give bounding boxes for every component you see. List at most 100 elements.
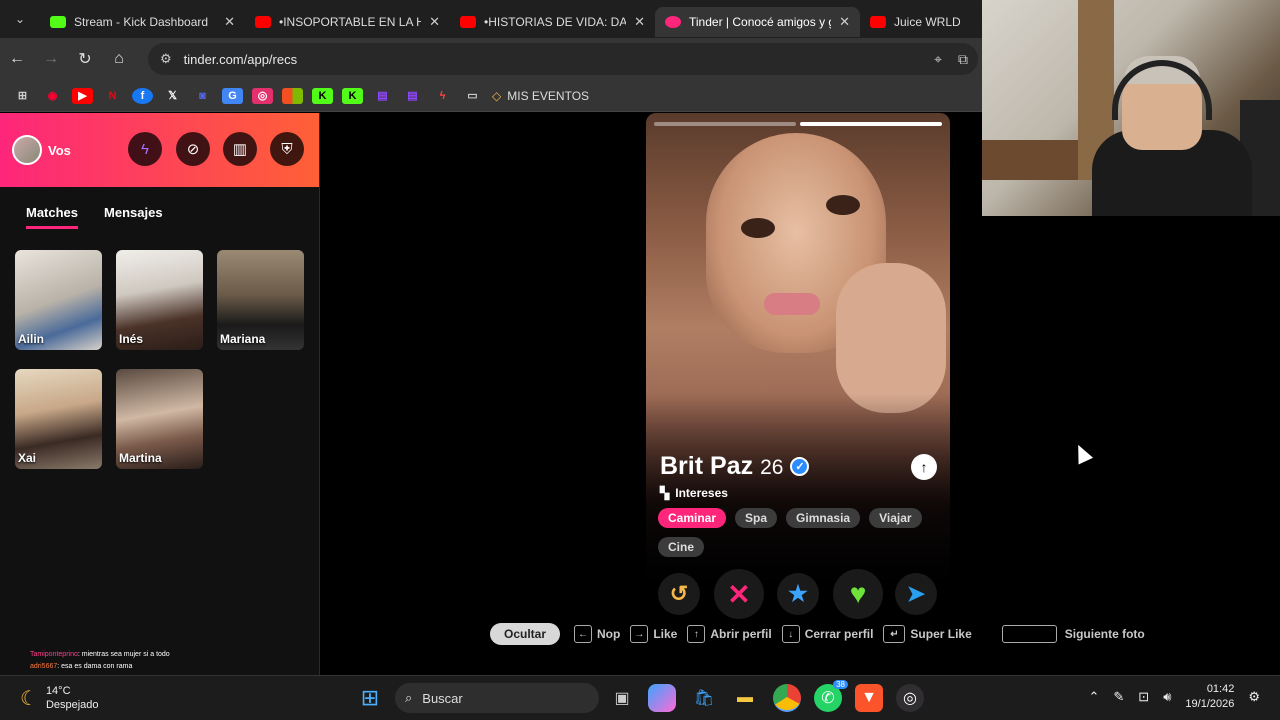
tab-youtube-juice-wrld[interactable]: Juice WRLD - Too [860, 7, 970, 37]
bookmark-microsoft-icon[interactable] [282, 87, 303, 104]
hide-shortcuts-button[interactable]: Ocultar [490, 623, 561, 645]
search-icon: ⌕ [405, 690, 413, 705]
bookmark-kick-icon[interactable]: K [312, 87, 333, 104]
obs-icon[interactable]: ◎ [896, 684, 924, 712]
stream-chat-overlay: Tamiponteprino: mientras sea mujer si a … [30, 649, 170, 673]
install-app-icon[interactable]: ⧉ [958, 51, 968, 68]
profile-card[interactable]: Brit Paz 26 ✓ ↑ ▚ Intereses Caminar Spa … [646, 113, 950, 593]
tab-kick-dashboard[interactable]: Stream - Kick Dashboard ✕ [40, 7, 245, 37]
bookmark-netflix-icon[interactable]: N [102, 88, 123, 104]
tab-youtube-historias[interactable]: •HISTORIAS DE VIDA: DANIE ✕ [450, 7, 655, 37]
interest-chip: Viajar [869, 508, 922, 528]
sidebar-header: Vos ϟ ⊘ ▥ ⛨ [0, 113, 319, 187]
site-settings-icon[interactable]: ⚙ [160, 51, 172, 67]
rewind-button[interactable]: ↺ [658, 573, 700, 615]
task-view-icon[interactable]: ▣ [608, 684, 636, 712]
system-tray: ⌃ ✎ ⊡ 🔊︎ 01:42 19/1/2026 ⚙ [1088, 682, 1260, 712]
pen-tablet-icon[interactable]: ✎ [1113, 689, 1124, 705]
bookmark-youtube-music-icon[interactable]: ◉ [42, 88, 63, 104]
interest-chip: Cine [658, 537, 705, 557]
match-card[interactable]: Martina [116, 369, 203, 469]
forward-icon[interactable]: → [34, 50, 68, 68]
address-bar[interactable]: ⚙ tinder.com/app/recs ⌖ ⧉ [148, 43, 978, 75]
store-icon[interactable]: 🛍 [690, 684, 718, 712]
date: 19/1/2026 [1185, 698, 1235, 710]
taskbar-search[interactable]: ⌕ Buscar [395, 683, 599, 713]
photo-progress-segment[interactable] [800, 122, 942, 126]
bookmark-x-icon[interactable]: 𝕏 [162, 88, 183, 104]
bookmark-youtube-icon[interactable]: ▶ [72, 87, 93, 104]
bookmark-translate-icon[interactable]: G [222, 87, 243, 104]
windows-start-icon[interactable]: ⊞ [356, 684, 384, 712]
bookmark-twitch-icon[interactable]: ▤ [402, 88, 423, 104]
reload-icon[interactable]: ↻ [68, 49, 102, 69]
photo-detail [741, 218, 775, 238]
home-icon[interactable]: ⌂ [102, 50, 136, 68]
close-tab-icon[interactable]: ✕ [429, 14, 440, 30]
close-tab-icon[interactable]: ✕ [634, 14, 645, 30]
tab-messages[interactable]: Mensajes [104, 205, 163, 229]
apps-grid-icon[interactable]: ⊞ [12, 88, 33, 104]
close-tab-icon[interactable]: ✕ [224, 14, 235, 30]
avatar[interactable] [12, 135, 42, 165]
match-card[interactable]: Xai [15, 369, 102, 469]
bookmark-discord-icon[interactable]: ◙ [192, 88, 213, 104]
temperature: 14°C [45, 685, 71, 697]
bookmark-twitch-icon[interactable]: ▤ [372, 88, 393, 104]
chrome-icon[interactable] [773, 684, 801, 712]
hint-label: Abrir perfil [710, 627, 772, 641]
match-card[interactable]: Inés [116, 250, 203, 350]
profile-label[interactable]: Vos [48, 143, 71, 158]
profile-age: 26 [760, 456, 784, 479]
file-explorer-icon[interactable]: ▬ [731, 684, 759, 712]
back-icon[interactable]: ← [0, 50, 34, 68]
bookmark-folder-icon[interactable]: ▭ [462, 88, 483, 104]
weather-widget[interactable]: ☾ 14°C Despejado [20, 684, 99, 712]
interests-title: Intereses [675, 486, 728, 500]
tab-title: Tinder | Conocé amigos y g [689, 15, 832, 29]
desk [982, 140, 1082, 180]
bookmark-facebook-icon[interactable]: f [132, 87, 153, 104]
tab-youtube-insoportable[interactable]: •INSOPORTABLE EN LA HEL ✕ [245, 7, 450, 37]
settings-gear-icon[interactable]: ⚙ [1248, 689, 1260, 705]
webcam-overlay [982, 0, 1280, 216]
hint-nope: ← Nop [574, 625, 620, 643]
bookmark-mis-eventos[interactable]: ◇ MIS EVENTOS [492, 89, 589, 103]
copilot-icon[interactable] [648, 684, 676, 712]
volume-icon[interactable]: 🔊︎ [1163, 689, 1171, 705]
network-icon[interactable]: ⊡ [1138, 689, 1149, 705]
tab-matches[interactable]: Matches [26, 205, 79, 229]
explore-compass-icon[interactable]: ⊘ [176, 132, 210, 166]
tab-title: •HISTORIAS DE VIDA: DANIE [484, 15, 627, 29]
tab-search-chevron-icon[interactable]: ⌄ [0, 0, 40, 38]
bookmark-lightning-icon[interactable]: ϟ [432, 88, 453, 104]
match-name: Ailin [18, 332, 44, 346]
chevron-up-icon[interactable]: ⌃ [1088, 689, 1099, 705]
match-name: Xai [18, 451, 37, 465]
match-card[interactable]: Ailin [15, 250, 102, 350]
clock[interactable]: 01:42 19/1/2026 [1185, 682, 1234, 712]
boost-send-button[interactable]: ➤ [895, 573, 937, 615]
whatsapp-icon[interactable]: ✆ 38 [814, 680, 848, 712]
chat-text: : esa es dama con rama [57, 663, 133, 670]
match-card[interactable]: Mariana [217, 250, 304, 350]
close-tab-icon[interactable]: ✕ [839, 14, 850, 30]
down-arrow-key-icon: ↓ [781, 625, 800, 643]
safety-shield-icon[interactable]: ⛨ [270, 132, 304, 166]
bookmark-instagram-icon[interactable]: ◎ [252, 87, 273, 104]
tab-tinder[interactable]: Tinder | Conocé amigos y g ✕ [655, 7, 860, 37]
super-like-button[interactable]: ★ [777, 573, 819, 615]
brave-icon[interactable]: ▼ [855, 684, 883, 712]
hint-label: Like [653, 627, 678, 641]
like-button[interactable]: ♥ [833, 569, 883, 619]
profile-name: Brit Paz [660, 452, 754, 480]
boost-icon[interactable]: ϟ [128, 132, 162, 166]
briefcase-icon[interactable]: ▥ [223, 132, 257, 166]
bookmark-kick-icon[interactable]: K [342, 87, 363, 104]
location-icon[interactable]: ⌖ [934, 51, 942, 68]
tinder-flame-icon [665, 16, 681, 28]
search-placeholder: Buscar [422, 690, 463, 706]
photo-progress-segment[interactable] [654, 122, 796, 126]
nope-button[interactable]: ✕ [714, 569, 764, 619]
open-profile-arrow-icon[interactable]: ↑ [911, 454, 937, 480]
